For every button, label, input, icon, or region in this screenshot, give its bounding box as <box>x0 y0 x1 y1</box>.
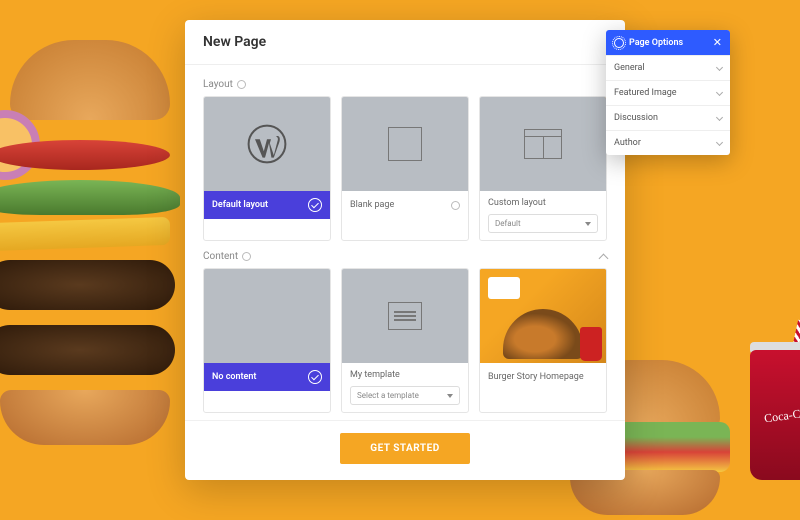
layout-card-blank[interactable]: Blank page <box>341 96 469 241</box>
content-card-template[interactable]: My template Select a template <box>341 268 469 413</box>
card-label: Custom layout <box>488 198 598 208</box>
custom-layout-icon <box>524 129 562 159</box>
modal-header: New Page <box>185 20 625 65</box>
wordpress-icon <box>247 124 287 164</box>
card-label: My template <box>350 370 460 380</box>
template-thumbnail <box>480 269 606 363</box>
layout-card-default[interactable]: Default layout <box>203 96 331 241</box>
card-label: Blank page <box>350 200 394 210</box>
panel-item-author[interactable]: Author <box>606 130 730 155</box>
chevron-down-icon <box>716 88 723 95</box>
card-label: No content <box>212 372 256 382</box>
template-icon <box>388 302 422 330</box>
card-label: Burger Story Homepage <box>488 372 584 382</box>
content-card-burger-story[interactable]: Burger Story Homepage <box>479 268 607 413</box>
modal-footer: GET STARTED <box>185 420 625 480</box>
chevron-down-icon <box>716 113 723 120</box>
template-select[interactable]: Select a template <box>350 386 460 405</box>
layout-card-custom[interactable]: Premium Custom layout Default <box>479 96 607 241</box>
help-icon[interactable] <box>451 201 460 210</box>
blank-icon <box>388 127 422 161</box>
gear-icon <box>614 38 624 48</box>
panel-header: Page Options ✕ <box>606 30 730 55</box>
panel-item-featured-image[interactable]: Featured Image <box>606 80 730 105</box>
custom-layout-select[interactable]: Default <box>488 214 598 233</box>
chevron-down-icon <box>716 138 723 145</box>
panel-item-discussion[interactable]: Discussion <box>606 105 730 130</box>
layout-grid: Default layout Blank page Premium Custom… <box>203 96 607 241</box>
check-icon <box>308 198 322 212</box>
close-icon[interactable]: ✕ <box>713 36 722 49</box>
help-icon[interactable] <box>237 80 246 89</box>
caret-down-icon <box>585 222 591 226</box>
panel-title: Page Options <box>629 38 708 48</box>
check-icon <box>308 370 322 384</box>
panel-item-general[interactable]: General <box>606 55 730 80</box>
content-card-none[interactable]: No content <box>203 268 331 413</box>
get-started-button[interactable]: GET STARTED <box>340 433 469 464</box>
new-page-modal: New Page Layout Default layout Blank pag… <box>185 20 625 480</box>
modal-title: New Page <box>203 34 607 50</box>
content-section-label: Content <box>203 251 607 262</box>
modal-body: Layout Default layout Blank page <box>185 65 625 420</box>
chevron-up-icon[interactable] <box>599 253 609 263</box>
card-label: Default layout <box>212 200 268 210</box>
help-icon[interactable] <box>242 252 251 261</box>
layout-section-label: Layout <box>203 79 607 90</box>
caret-down-icon <box>447 394 453 398</box>
chevron-down-icon <box>716 63 723 70</box>
content-grid: No content My template Select a template <box>203 268 607 413</box>
page-options-panel: Page Options ✕ General Featured Image Di… <box>606 30 730 155</box>
